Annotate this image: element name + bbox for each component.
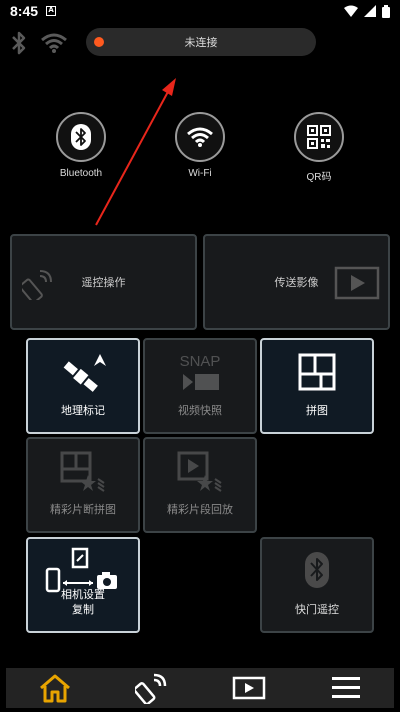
- cell-signal-icon: [364, 5, 376, 17]
- svg-text:SNAP: SNAP: [180, 353, 221, 370]
- shutter-remote-label: 快门遥控: [295, 603, 339, 616]
- status-icons: [344, 4, 390, 18]
- collage-tile[interactable]: 拼图: [260, 338, 374, 434]
- wifi-connect-button[interactable]: Wi-Fi: [160, 112, 240, 179]
- bluetooth-connect-button[interactable]: Bluetooth: [41, 112, 121, 179]
- wifi-status-icon: [41, 33, 67, 53]
- remote-operation-tile[interactable]: 遥控操作: [10, 234, 197, 330]
- copy-settings-icon: [45, 547, 117, 593]
- remote-icon: [134, 673, 166, 704]
- shutter-remote-tile[interactable]: 快门遥控: [260, 537, 374, 633]
- bluetooth-icon: [305, 552, 329, 588]
- collage-label: 拼图: [306, 404, 328, 417]
- notification-a-icon: A: [46, 6, 57, 16]
- copy-camera-settings-tile[interactable]: 相机设置 复制: [26, 537, 140, 633]
- nav-home[interactable]: [31, 670, 79, 706]
- bluetooth-icon: [71, 124, 91, 150]
- nav-menu[interactable]: [322, 670, 370, 706]
- geotag-tile[interactable]: 地理标记: [26, 338, 140, 434]
- nav-remote[interactable]: [128, 670, 176, 706]
- geotag-label: 地理标记: [61, 404, 105, 417]
- highlight-playback-tile[interactable]: 精彩片段回放: [143, 437, 257, 533]
- highlight-playback-icon: [177, 451, 222, 492]
- bluetooth-status-icon: [12, 31, 26, 55]
- nav-playback[interactable]: [225, 670, 273, 706]
- status-dot-icon: [94, 37, 104, 47]
- transfer-images-tile[interactable]: 传送影像: [203, 234, 390, 330]
- highlight-collage-tile[interactable]: 精彩片断拼图: [26, 437, 140, 533]
- qr-code-icon: [307, 125, 331, 149]
- wifi-icon: [187, 127, 213, 147]
- satellite-icon: [63, 354, 106, 392]
- connection-status-text: 未连接: [184, 36, 218, 49]
- remote-control-icon: [22, 270, 52, 300]
- highlight-playback-label: 精彩片段回放: [167, 503, 233, 516]
- connection-status-bar[interactable]: 未连接: [86, 28, 316, 56]
- battery-icon: [382, 4, 390, 18]
- status-time: 8:45: [10, 3, 39, 19]
- transfer-images-label: 传送影像: [274, 276, 319, 289]
- video-snap-icon: SNAP: [180, 353, 221, 390]
- video-snap-tile[interactable]: SNAP 视频快照: [143, 338, 257, 434]
- collage-grid-icon: [298, 353, 336, 391]
- playback-icon: [232, 676, 265, 700]
- home-icon: [39, 674, 70, 703]
- wifi-label: Wi-Fi: [188, 168, 212, 179]
- qr-connect-button[interactable]: QR码: [279, 112, 359, 183]
- menu-icon: [331, 677, 360, 698]
- bottom-navigation: [6, 668, 394, 708]
- wifi-signal-icon: [344, 5, 358, 17]
- play-icon: [334, 266, 380, 300]
- video-snap-label: 视频快照: [178, 404, 222, 417]
- remote-operation-label: 遥控操作: [81, 276, 126, 289]
- highlight-collage-icon: [60, 451, 105, 492]
- qr-label: QR码: [306, 172, 332, 183]
- highlight-collage-label: 精彩片断拼图: [50, 503, 116, 516]
- status-bar: 8:45 A: [0, 0, 400, 22]
- bluetooth-label: Bluetooth: [59, 168, 103, 179]
